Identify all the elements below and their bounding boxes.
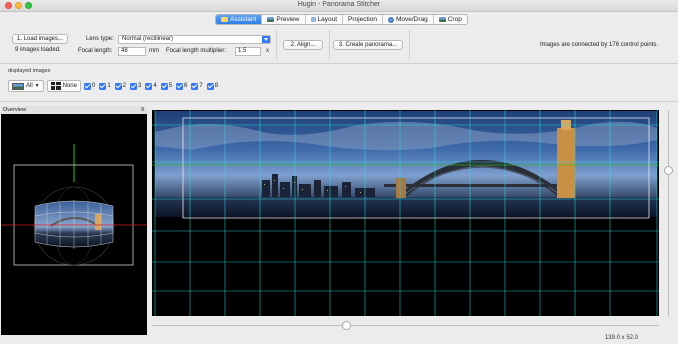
tab-preview[interactable]: Preview — [262, 15, 306, 24]
displayed-images-row: All ▼ None 0 1 2 3 4 5 6 7 8 — [8, 80, 219, 92]
displayed-images-label: displayed images — [8, 68, 51, 74]
lens-type-label: Lens type: — [86, 36, 114, 42]
layout-icon — [310, 17, 316, 22]
checkbox-label: 7 — [199, 83, 203, 89]
tab-label: Move/Drag — [395, 16, 428, 23]
fov-readout: 139.0 x 52.0 — [604, 335, 638, 341]
window-title: Hugin - Panorama Stitcher — [297, 1, 381, 8]
checkbox-label: 0 — [91, 83, 96, 89]
tab-assistant[interactable]: Assistant — [216, 15, 263, 24]
align-button[interactable]: 2. Align... — [283, 40, 323, 50]
lens-type-value: Normal (rectilinear) — [122, 36, 174, 42]
tab-label: Assistant — [230, 16, 257, 23]
chevron-down-icon — [262, 36, 270, 43]
tab-label: Crop — [447, 16, 462, 23]
divider — [276, 30, 277, 60]
tab-projection[interactable]: Projection — [343, 15, 383, 24]
lens-type-select[interactable]: Normal (rectilinear) — [118, 35, 271, 44]
focal-length-label: Focal length: — [78, 48, 113, 54]
checkbox-label: 1 — [107, 83, 111, 89]
image-toggle-2[interactable]: 2 — [114, 82, 126, 90]
checkbox-label: 4 — [153, 83, 157, 89]
overview-count: 9 — [140, 107, 144, 113]
preview-icon — [267, 17, 275, 22]
slider-thumb[interactable] — [664, 166, 673, 175]
title-bar: Hugin - Panorama Stitcher — [0, 0, 678, 12]
focal-length-field[interactable]: 48 — [118, 47, 146, 56]
checkbox-label: 6 — [184, 83, 188, 89]
assistant-icon — [221, 17, 228, 22]
checkbox[interactable] — [83, 82, 91, 90]
overview-title: Overview — [3, 107, 26, 113]
load-images-button[interactable]: 1. Load images... — [12, 34, 68, 44]
overview-sphere[interactable] — [1, 114, 147, 335]
multiplier-unit: x — [266, 48, 269, 54]
slider-track — [668, 110, 669, 316]
assistant-panel: 1. Load images... 9 images loaded. Lens … — [0, 28, 678, 64]
divider — [0, 101, 678, 102]
image-toggle-5[interactable]: 5 — [160, 82, 173, 90]
tab-bar: Assistant Preview Layout Projection Move… — [215, 14, 468, 25]
show-all-label: All — [26, 83, 33, 89]
checkbox-label: 3 — [138, 83, 142, 89]
image-toggle-0[interactable]: 0 — [83, 82, 96, 90]
checkbox[interactable] — [114, 82, 122, 90]
checkbox[interactable] — [130, 82, 137, 90]
globe-icon — [387, 16, 394, 23]
grid-icon — [50, 82, 61, 90]
image-toggle-8[interactable]: 8 — [206, 82, 219, 90]
tab-label: Projection — [348, 16, 377, 23]
panorama-preview[interactable] — [152, 110, 659, 316]
show-none-button[interactable]: None — [46, 80, 81, 92]
image-toggle-1[interactable]: 1 — [99, 82, 111, 90]
checkbox[interactable] — [176, 82, 184, 90]
checkbox[interactable] — [191, 82, 199, 90]
tab-label: Layout — [317, 16, 338, 23]
image-icon — [12, 82, 24, 90]
overview-panel[interactable] — [1, 114, 147, 335]
checkbox[interactable] — [99, 82, 107, 90]
divider — [409, 30, 410, 60]
slider-thumb[interactable] — [342, 321, 351, 330]
image-toggle-3[interactable]: 3 — [130, 82, 142, 90]
checkbox-label: 2 — [122, 83, 126, 89]
multiplier-label: Focal length multiplier: — [166, 48, 227, 54]
vertical-fov-slider[interactable] — [662, 110, 676, 316]
image-toggle-6[interactable]: 6 — [176, 82, 188, 90]
checkbox[interactable] — [206, 82, 214, 90]
show-none-label: None — [62, 83, 77, 89]
control-points-status: Images are connected by 176 control poin… — [540, 42, 659, 48]
tab-crop[interactable]: Crop — [434, 15, 467, 24]
focal-length-unit: mm — [149, 48, 159, 54]
checkbox[interactable] — [160, 82, 168, 90]
checkbox[interactable] — [145, 82, 153, 90]
tab-layout[interactable]: Layout — [306, 15, 344, 24]
tab-label: Preview — [276, 16, 300, 23]
tab-move-drag[interactable]: Move/Drag — [383, 15, 434, 24]
image-toggle-4[interactable]: 4 — [145, 82, 157, 90]
divider — [329, 30, 330, 60]
images-loaded-text: 9 images loaded. — [15, 47, 61, 53]
image-toggle-7[interactable]: 7 — [191, 82, 203, 90]
status-bar: 139.0 x 52.0 — [0, 334, 678, 344]
overview-header: Overview 9 — [1, 106, 147, 114]
show-all-button[interactable]: All ▼ — [8, 80, 44, 92]
checkbox-label: 5 — [168, 83, 173, 89]
chevron-down-icon: ▼ — [34, 83, 40, 89]
horizontal-fov-slider[interactable] — [152, 325, 659, 326]
crop-icon — [438, 17, 446, 22]
checkbox-label: 8 — [214, 83, 219, 89]
panorama-canvas[interactable] — [152, 110, 659, 316]
create-panorama-button[interactable]: 3. Create panorama... — [333, 40, 403, 50]
multiplier-field[interactable]: 1.5 — [235, 47, 261, 56]
